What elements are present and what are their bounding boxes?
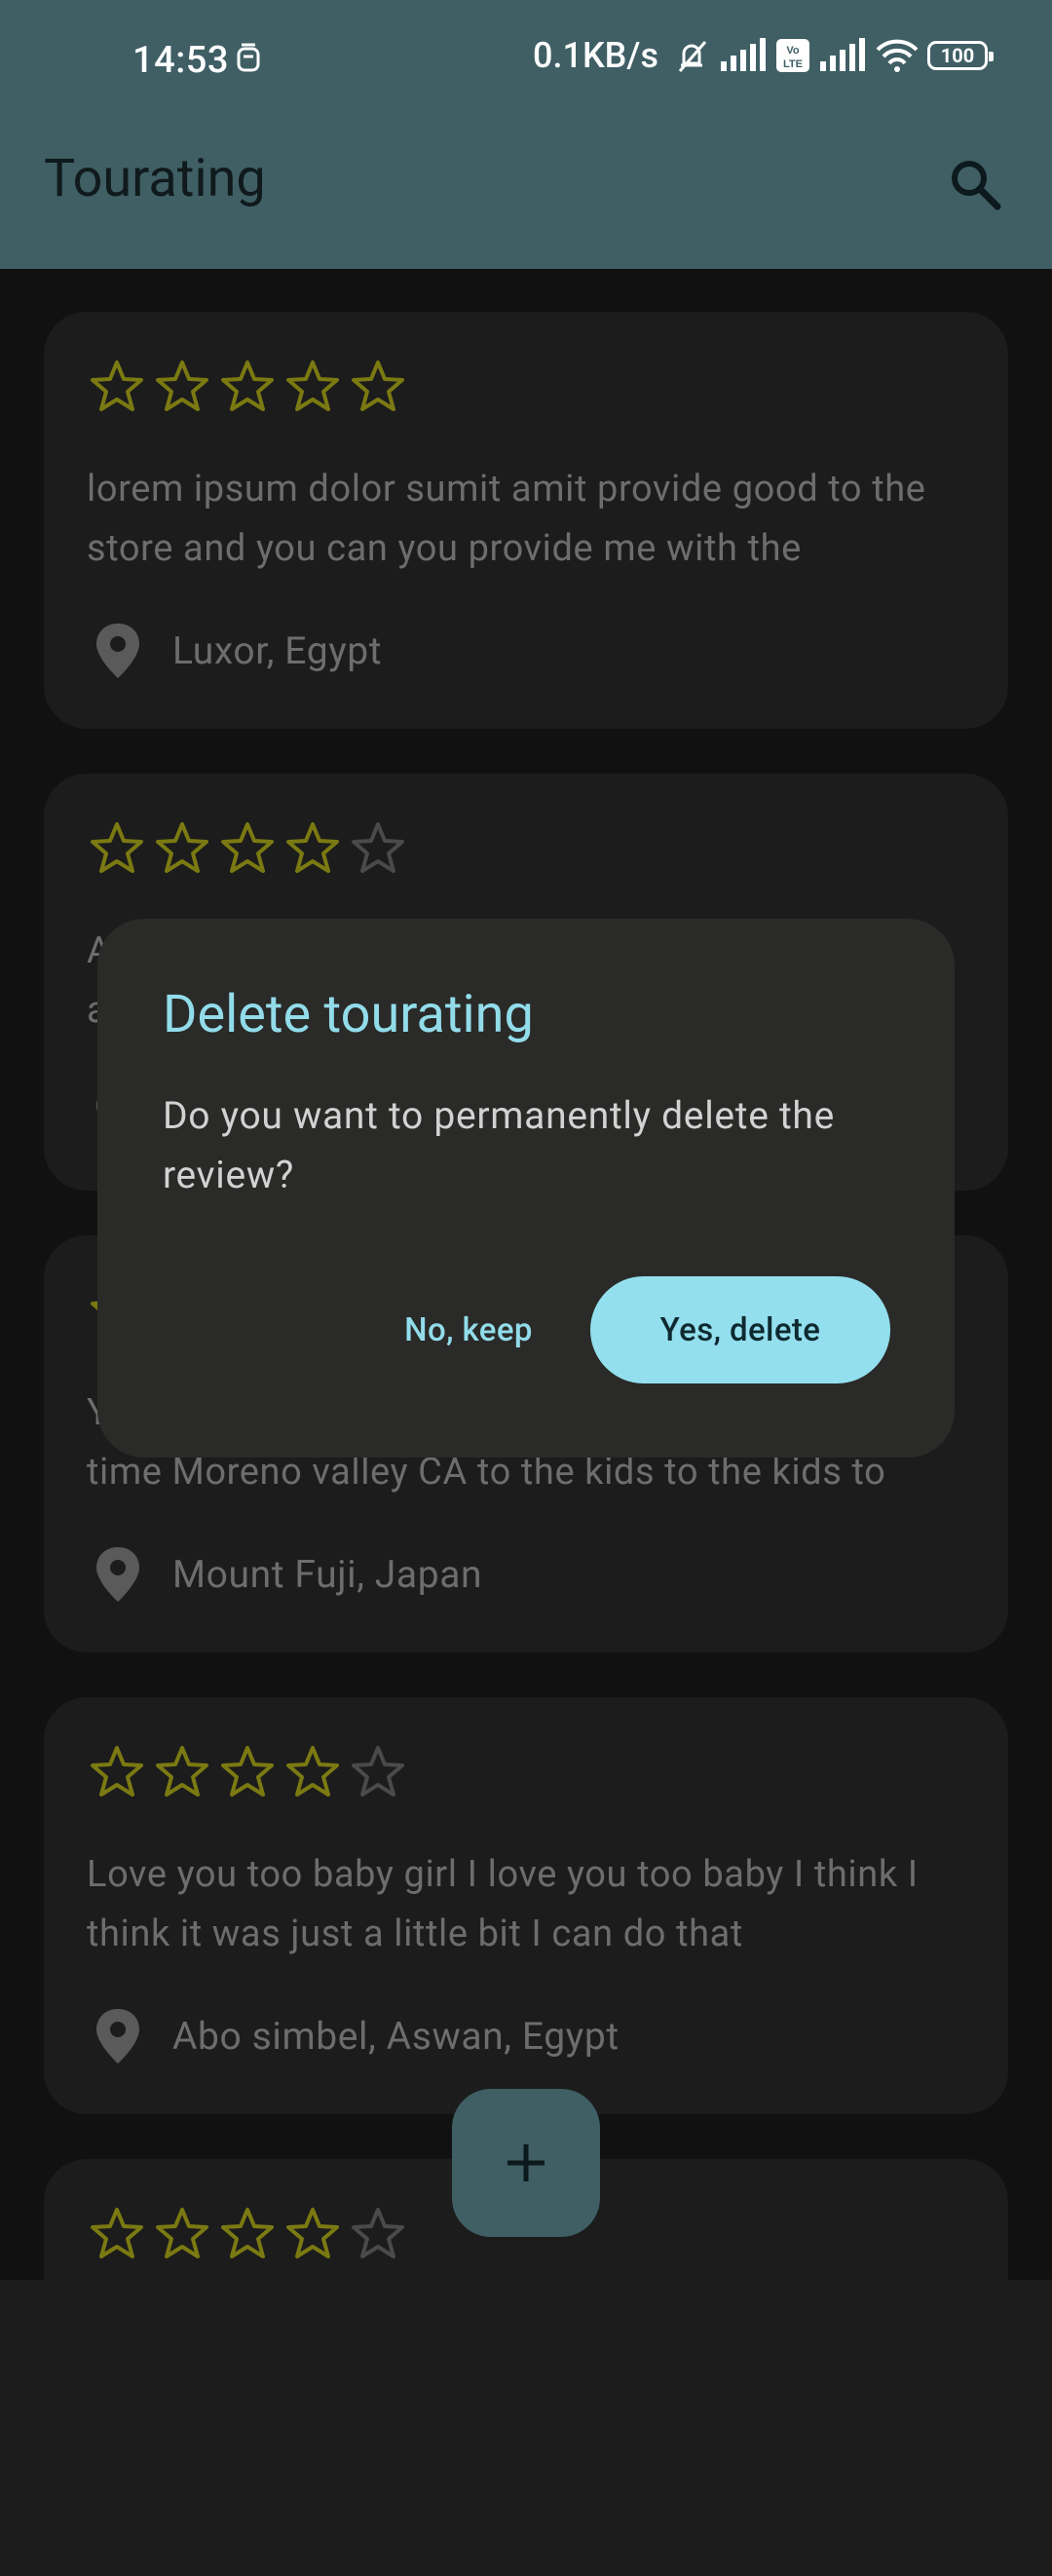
review-card[interactable]: Love you too baby girl I love you too ba… (44, 1697, 1008, 2114)
star-filled-icon (286, 2208, 339, 2258)
add-review-button[interactable] (452, 2089, 600, 2237)
status-time: 14:53 (132, 39, 229, 82)
location-row: Abo simbel, Aswan, Egypt (93, 2007, 620, 2065)
dialog-message: Do you want to permanently delete the re… (163, 1093, 835, 1197)
star-filled-icon (286, 1746, 339, 1797)
star-filled-icon (286, 822, 339, 873)
alarm-icon (237, 43, 260, 72)
location-row: Mount Fuji, Japan (93, 1545, 482, 1604)
location-text: Mount Fuji, Japan (172, 1552, 483, 1597)
location-pin-icon (96, 1547, 139, 1602)
network-speed: 0.1KB/s (533, 35, 658, 76)
search-icon[interactable] (945, 154, 1007, 216)
star-filled-icon (91, 360, 143, 411)
location-text: Luxor, Egypt (172, 628, 383, 673)
rating-stars (89, 820, 406, 877)
star-filled-icon (221, 360, 274, 411)
status-bar: 14:53 0.1KB/s Vo LTE 100 (0, 0, 1052, 123)
review-card[interactable]: lorem ipsum dolor sumit amit provide goo… (44, 312, 1008, 729)
volte-icon: Vo LTE (776, 39, 809, 72)
rating-stars (89, 1744, 406, 1800)
no-keep-button[interactable]: No, keep (381, 1276, 556, 1383)
rating-stars (89, 2206, 406, 2262)
yes-delete-button[interactable]: Yes, delete (590, 1276, 890, 1383)
star-filled-icon (352, 360, 404, 411)
battery-level: 100 (940, 44, 975, 67)
location-pin-icon (96, 624, 139, 678)
rating-stars (89, 359, 406, 415)
star-filled-icon (286, 360, 339, 411)
star-filled-icon (91, 822, 143, 873)
signal-icon-2 (820, 38, 865, 71)
location-pin-icon (96, 2009, 139, 2064)
star-filled-icon (156, 2208, 208, 2258)
signal-icon (721, 38, 766, 71)
mute-icon (678, 41, 707, 72)
star-filled-icon (156, 360, 208, 411)
star-empty-icon (352, 1746, 404, 1797)
svg-text:Vo: Vo (786, 45, 800, 57)
delete-dialog: Delete tourating Do you want to permanen… (97, 919, 955, 1458)
review-text: lorem ipsum dolor sumit amit provide goo… (87, 468, 926, 570)
add-icon (507, 2144, 545, 2181)
star-empty-icon (352, 2208, 404, 2258)
app-bar: 14:53 0.1KB/s Vo LTE 100 Tourating (0, 0, 1052, 269)
location-text: Abo simbel, Aswan, Egypt (172, 2014, 620, 2059)
location-row: Luxor, Egypt (93, 622, 382, 680)
star-filled-icon (91, 2208, 143, 2258)
app-title: Tourating (44, 148, 266, 209)
svg-text:LTE: LTE (783, 58, 803, 70)
star-filled-icon (221, 1746, 274, 1797)
review-text: Love you too baby girl I love you too ba… (87, 1853, 919, 1955)
star-filled-icon (156, 1746, 208, 1797)
star-filled-icon (91, 1746, 143, 1797)
star-filled-icon (221, 2208, 274, 2258)
star-empty-icon (352, 822, 404, 873)
wifi-icon (876, 39, 919, 72)
dialog-title: Delete tourating (163, 984, 534, 1045)
star-filled-icon (156, 822, 208, 873)
star-filled-icon (221, 822, 274, 873)
battery-icon: 100 (927, 41, 994, 70)
